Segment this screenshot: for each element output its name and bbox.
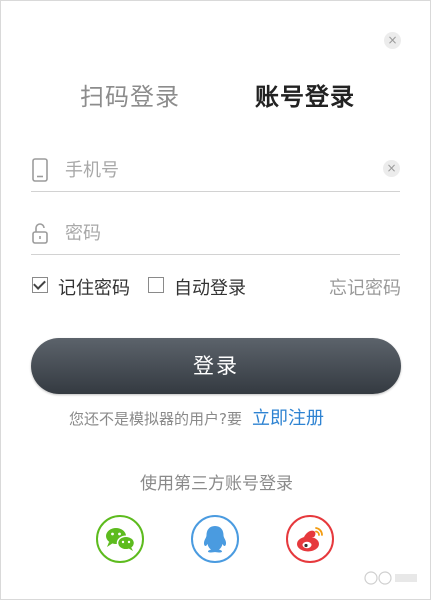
login-dialog: × 扫码登录 账号登录 × 记住密码 自动登录 忘记密码 登录 您还 [0,0,431,600]
register-prompt: 您还不是模拟器的用户?要 立即注册 [69,404,389,430]
close-button[interactable]: × [384,32,401,49]
wechat-login-button[interactable] [96,515,144,563]
qq-icon [191,515,239,563]
remember-password-label[interactable]: 记住密码 [58,274,130,300]
phone-input[interactable] [65,157,365,183]
register-prompt-text: 您还不是模拟器的用户?要 [69,410,242,428]
auto-login-checkbox[interactable] [148,277,164,293]
password-input[interactable] [65,220,365,246]
tab-account-login[interactable]: 账号登录 [255,77,355,112]
weibo-icon [286,515,334,563]
qq-login-button[interactable] [191,515,239,563]
phone-field: × [31,151,400,192]
weibo-login-button[interactable] [286,515,334,563]
clear-phone-button[interactable]: × [383,160,400,177]
register-link[interactable]: 立即注册 [252,408,324,429]
tab-qr-login[interactable]: 扫码登录 [80,77,180,112]
login-button[interactable]: 登录 [31,338,401,394]
auto-login-label[interactable]: 自动登录 [174,274,246,300]
remember-password-checkbox[interactable] [32,277,48,293]
lock-icon [31,221,49,245]
forgot-password-link[interactable]: 忘记密码 [329,274,401,300]
phone-icon [31,158,49,182]
watermark-logo [361,565,421,591]
third-party-title: 使用第三方账号登录 [140,474,293,494]
wechat-icon [96,515,144,563]
password-field [31,214,400,255]
login-options: 记住密码 自动登录 忘记密码 [31,274,401,300]
